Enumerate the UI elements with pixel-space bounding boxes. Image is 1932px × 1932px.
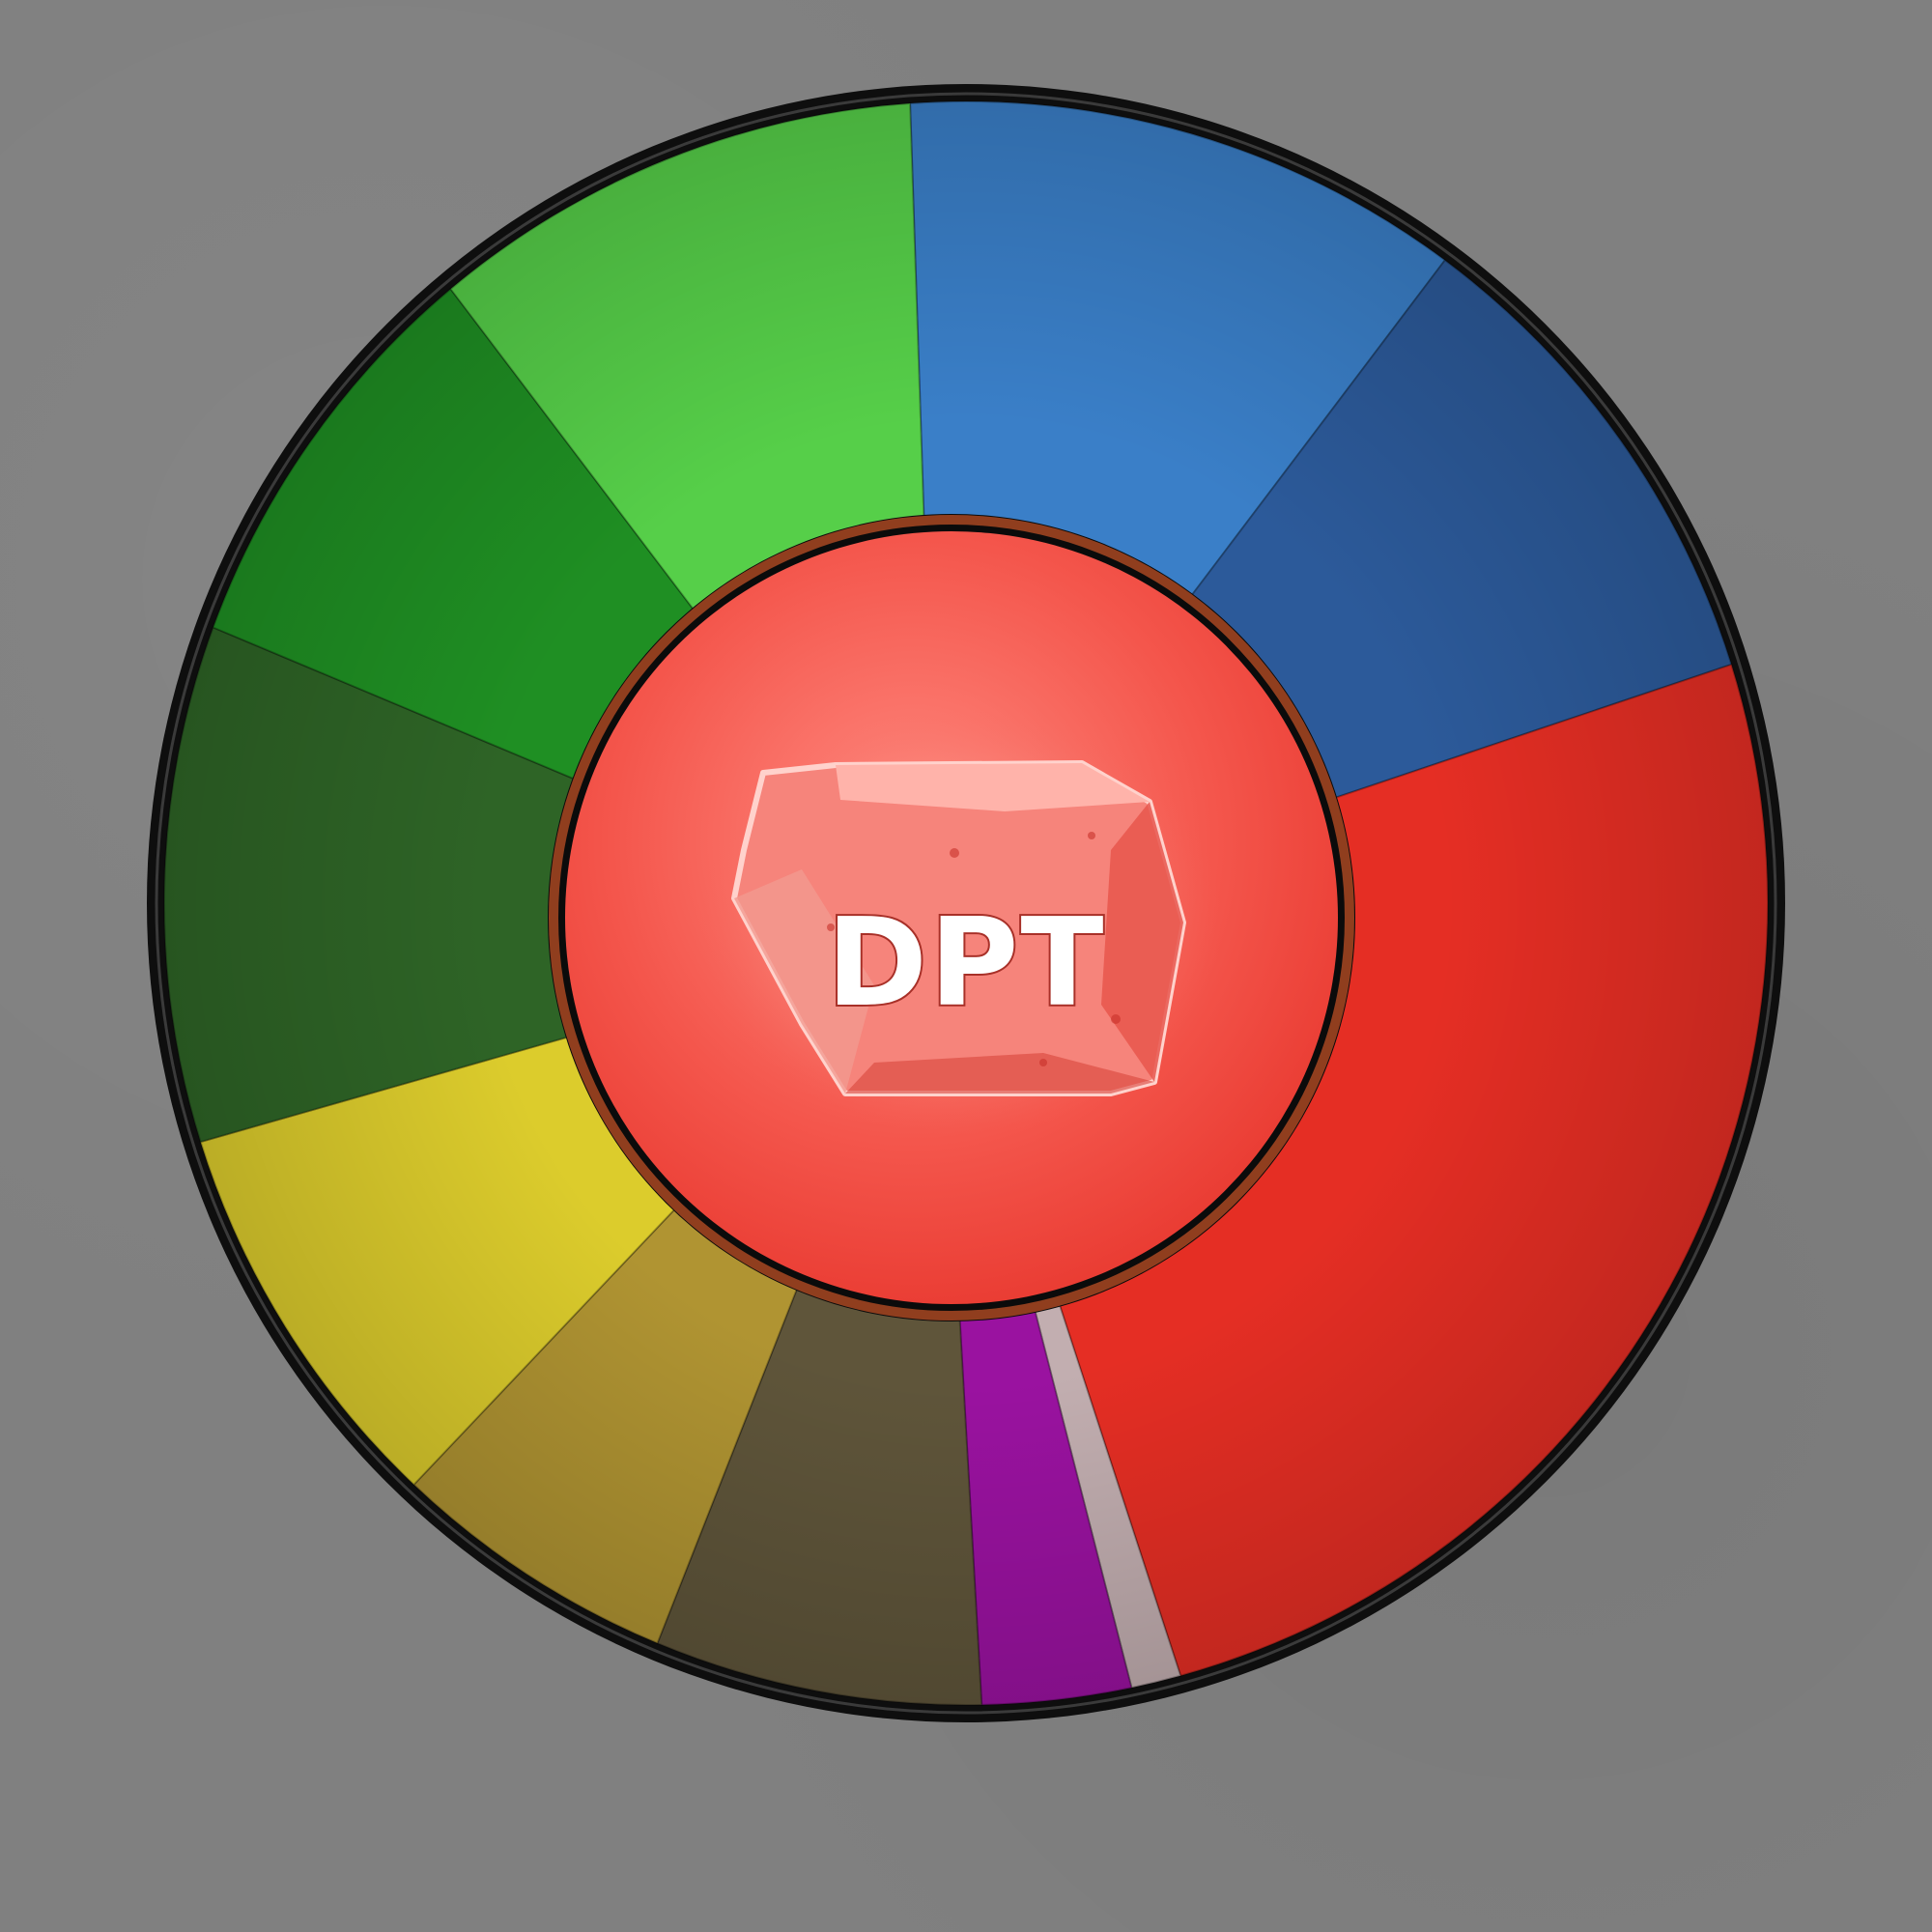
gem-label: DPT — [827, 892, 1106, 1034]
spin-wheel[interactable]: DPT — [0, 0, 1932, 1932]
ruby-gem-icon: DPT — [700, 710, 1222, 1135]
wheel-stage: DPT — [0, 0, 1932, 1932]
